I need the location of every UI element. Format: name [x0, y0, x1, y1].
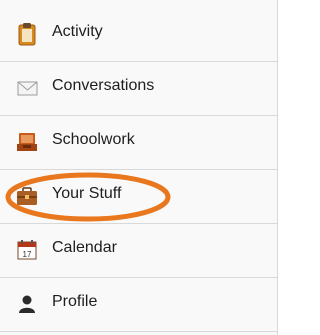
- briefcase-icon: [14, 183, 40, 209]
- clipboard-icon: [14, 21, 40, 47]
- nav-item-schoolwork[interactable]: Schoolwork: [0, 116, 277, 170]
- nav-item-label: Calendar: [52, 239, 117, 256]
- nav-item-activity[interactable]: Activity: [0, 8, 277, 62]
- nav-item-label: Schoolwork: [52, 131, 135, 148]
- nav-item-label: Profile: [52, 293, 98, 310]
- person-icon: [14, 291, 40, 317]
- nav-item-calendar[interactable]: 17 Calendar: [0, 224, 277, 278]
- nav-item-label: Your Stuff: [52, 185, 122, 202]
- nav-item-your-stuff[interactable]: Your Stuff: [0, 170, 277, 224]
- nav-item-conversations[interactable]: Conversations: [0, 62, 277, 116]
- envelope-icon: [14, 75, 40, 101]
- nav-item-label: Activity: [52, 23, 103, 40]
- calendar-icon: 17: [14, 237, 40, 263]
- nav-list: Activity Conversations Schoolwork Your S…: [0, 0, 278, 335]
- nav-item-profile[interactable]: Profile: [0, 278, 277, 332]
- inbox-tray-icon: [14, 129, 40, 155]
- nav-item-label: Conversations: [52, 77, 155, 94]
- calendar-day-number: 17: [23, 250, 32, 259]
- side-navigation: Activity Conversations Schoolwork Your S…: [0, 0, 278, 335]
